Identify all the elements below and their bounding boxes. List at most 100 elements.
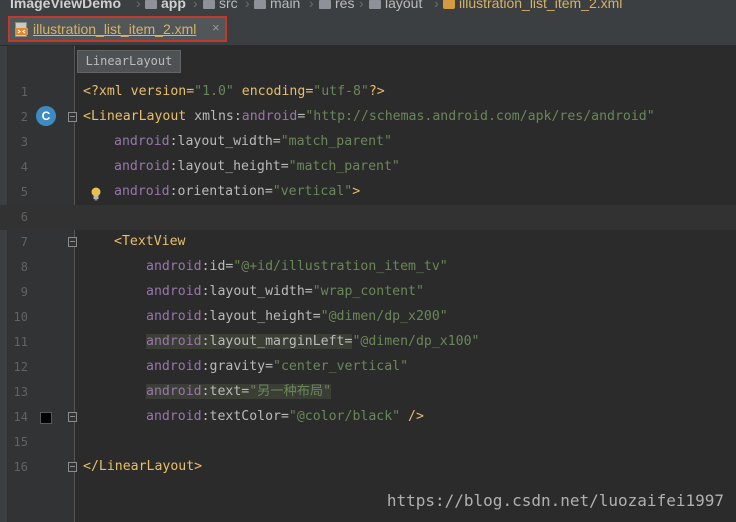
close-icon[interactable]: × [212, 20, 220, 35]
attr-namespace: android [114, 159, 170, 174]
attr-value: "@dimen/dp_x100" [352, 334, 480, 349]
attr-value: "另一种布局" [249, 384, 332, 399]
breadcrumb-label: src [219, 0, 238, 11]
attr-value: "@color/black" [288, 409, 401, 424]
xml-file-icon [15, 22, 28, 37]
code-text: </LinearLayout> [83, 458, 202, 476]
code-line-12: 12 android:gravity="center_vertical" [0, 355, 736, 380]
code-text: <TextView [114, 233, 185, 251]
breadcrumb-label: illustration_list_item_2.xml [459, 0, 623, 11]
line-number: 1 [20, 85, 28, 99]
attr-namespace: android [146, 334, 202, 349]
code-line-5: 5 android:orientation="vertical"> [0, 180, 736, 205]
lightbulb-icon[interactable] [90, 187, 102, 201]
color-preview-swatch[interactable] [40, 412, 52, 424]
line-number: 16 [13, 460, 28, 474]
code-line-3: 3 android:layout_width="match_parent" [0, 130, 736, 155]
line-number: 11 [13, 335, 28, 349]
code-line-15: 15 [0, 430, 736, 455]
tab-label: illustration_list_item_2.xml [33, 21, 197, 37]
breadcrumb-item-res[interactable]: res [319, 0, 354, 12]
attr-namespace: android [146, 359, 202, 374]
code-line-9: 9 android:layout_width="wrap_content" [0, 280, 736, 305]
xml-declaration: <?xml version= [83, 84, 195, 99]
attr-name: :layout_height= [201, 309, 321, 324]
code-line-13: 13 android:text="另一种布局" [0, 380, 736, 405]
tag-name: <TextView [114, 234, 186, 249]
code-line-2: 2 <LinearLayout xmlns:android="http://sc… [0, 105, 736, 130]
code-text: <LinearLayout xmlns:android="http://sche… [83, 108, 655, 126]
fold-marker-icon[interactable] [68, 462, 77, 472]
code-line-6-current: 6 [0, 205, 736, 230]
attr-value: "@+id/illustration_item_tv" [233, 259, 448, 274]
folder-icon [369, 0, 381, 9]
attr-name: :layout_width= [169, 134, 281, 149]
tag-breadcrumb-popup[interactable]: LinearLayout [77, 50, 181, 73]
attr-value: "@dimen/dp_x200" [320, 309, 448, 324]
breadcrumb-label: app [161, 0, 186, 11]
fold-marker-icon[interactable] [68, 412, 77, 422]
line-number: 7 [20, 235, 28, 249]
code-line-1: 1 <?xml version="1.0" encoding="utf-8"?> [0, 80, 736, 105]
xml-declaration: encoding= [233, 84, 314, 99]
line-number: 5 [20, 185, 28, 199]
code-line-10: 10 android:layout_height="@dimen/dp_x200… [0, 305, 736, 330]
attr-namespace: android [146, 384, 202, 399]
code-line-8: 8 android:id="@+id/illustration_item_tv" [0, 255, 736, 280]
line-number: 2 [20, 110, 28, 124]
line-number: 3 [20, 135, 28, 149]
code-text: android:text="另一种布局" [146, 383, 332, 401]
line-number: 15 [13, 435, 28, 449]
attr-value: "1.0" [194, 84, 234, 99]
line-number: 6 [20, 210, 28, 224]
breadcrumb-separator: › [309, 0, 314, 11]
attr-namespace: android [146, 259, 202, 274]
breadcrumb-separator: › [193, 0, 198, 11]
tab-illustration-list-item-2[interactable]: illustration_list_item_2.xml × [8, 16, 227, 42]
breadcrumb-item-main[interactable]: main [254, 0, 300, 12]
fold-marker-icon[interactable] [68, 112, 77, 122]
breadcrumb-separator: › [136, 0, 141, 11]
attr-value: "http://schemas.android.com/apk/res/andr… [305, 109, 655, 124]
folder-icon [319, 0, 331, 9]
folder-icon [254, 0, 266, 9]
breadcrumb-item-layout[interactable]: layout [369, 0, 422, 12]
line-number: 14 [13, 410, 28, 424]
attr-namespace: android [146, 409, 202, 424]
line-number: 12 [13, 360, 28, 374]
attr-namespace: android [114, 134, 170, 149]
code-text: android:layout_width="wrap_content" [146, 283, 424, 301]
breadcrumb-label: main [270, 0, 301, 11]
attr-namespace: android [146, 309, 202, 324]
breadcrumb-item-app[interactable]: app [145, 0, 186, 12]
line-number: 8 [20, 260, 28, 274]
attr-value: "center_vertical" [273, 359, 409, 374]
code-line-4: 4 android:layout_height="match_parent" [0, 155, 736, 180]
tag-close: </LinearLayout> [83, 459, 203, 474]
code-line-11: 11 android:layout_marginLeft="@dimen/dp_… [0, 330, 736, 355]
code-text: <?xml version="1.0" encoding="utf-8"?> [83, 83, 385, 101]
attr-name: :orientation= [169, 184, 273, 199]
breadcrumb-separator: › [245, 0, 250, 11]
attr-name: :textColor= [201, 409, 289, 424]
attr-name: :text= [201, 384, 250, 399]
xml-file-icon [443, 0, 455, 10]
fold-marker-icon[interactable] [68, 237, 77, 247]
attr-namespace: android [114, 184, 170, 199]
code-text: android:layout_width="match_parent" [114, 133, 392, 151]
tag-name: <LinearLayout [83, 109, 187, 124]
breadcrumb-label: res [335, 0, 355, 11]
breadcrumb-item-project[interactable]: ImageViewDemo [10, 0, 121, 12]
attr-name: :gravity= [201, 359, 274, 374]
attr-value: "vertical" [272, 184, 353, 199]
xml-declaration: ?> [368, 84, 385, 99]
breadcrumb-item-file[interactable]: illustration_list_item_2.xml [443, 0, 622, 12]
code-text: android:orientation="vertical"> [114, 183, 360, 201]
code-line-16: 16 </LinearLayout> [0, 455, 736, 480]
watermark: https://blog.csdn.net/luozaifei1997 [386, 491, 724, 510]
breadcrumb-item-src[interactable]: src [203, 0, 238, 12]
code-text: android:layout_height="match_parent" [114, 158, 400, 176]
attr-namespace: android [241, 109, 298, 124]
attr-name: :layout_height= [169, 159, 289, 174]
class-link-icon[interactable]: C [36, 106, 56, 126]
